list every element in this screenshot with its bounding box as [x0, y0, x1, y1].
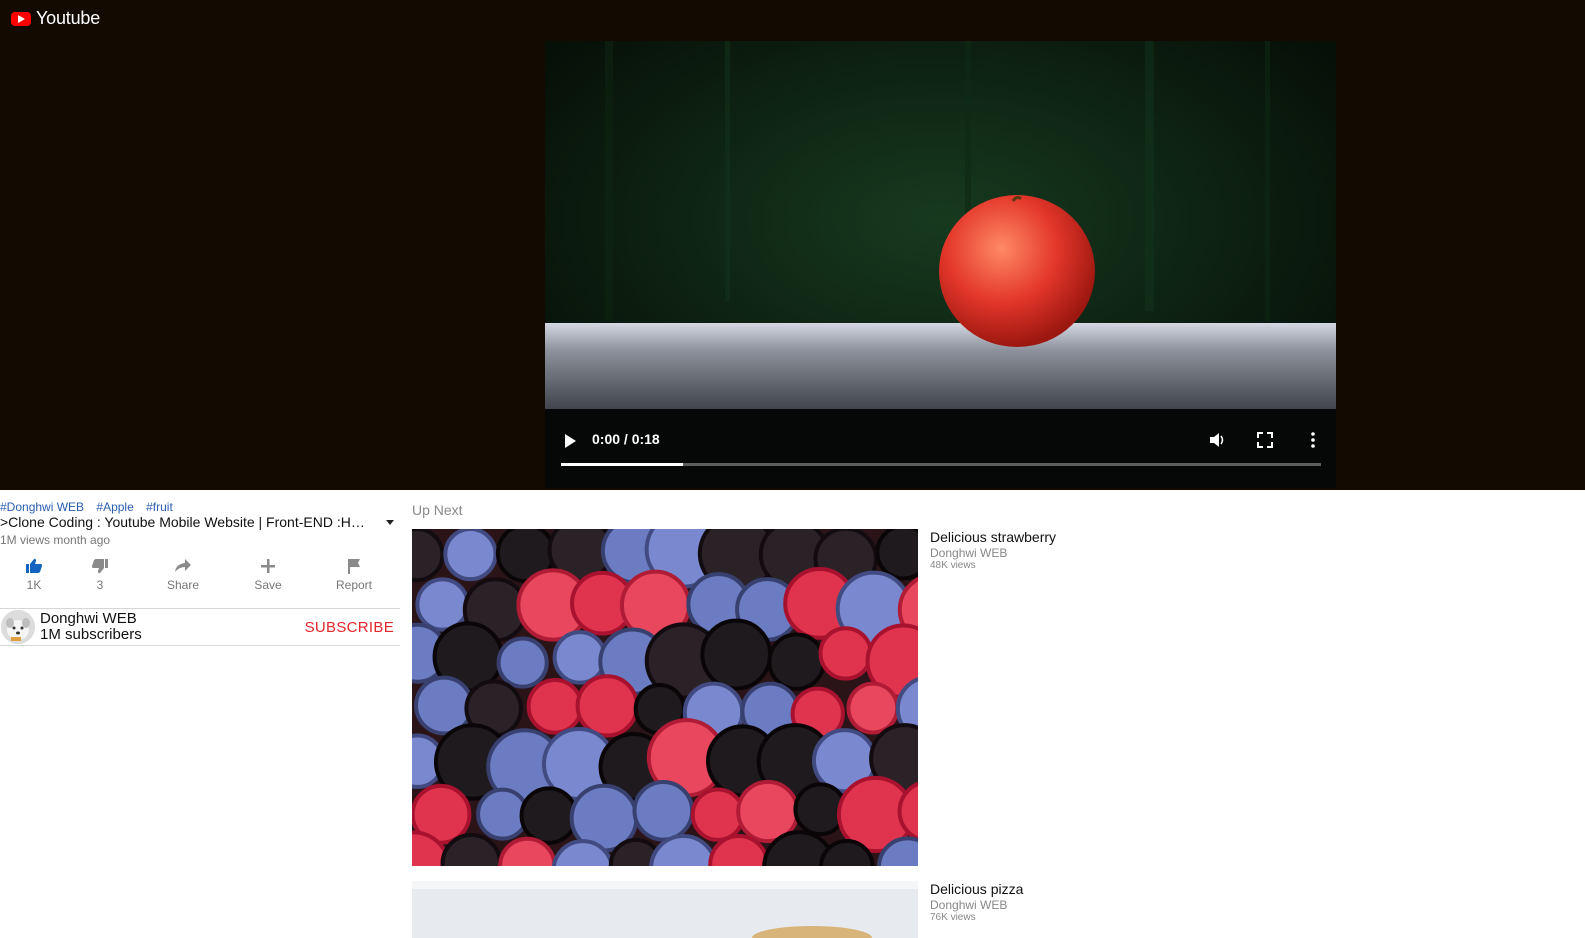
divider-top — [0, 608, 400, 609]
flag-icon — [348, 559, 360, 574]
subscriber-count: 1M subscribers — [40, 626, 142, 643]
player-controls: 0:00 / 0:18 — [545, 419, 1336, 488]
tag-list: #Donghwi WEB #Apple #fruit — [0, 500, 182, 514]
video-player[interactable]: 0:00 / 0:18 — [545, 41, 1336, 488]
berry-shape — [496, 636, 549, 689]
thumbnail[interactable] — [412, 881, 918, 938]
card-text: Delicious pizza Donghwi WEB 76K views — [930, 881, 1023, 923]
card-title[interactable]: Delicious strawberry — [930, 529, 1056, 545]
berry-shape — [526, 678, 584, 735]
berry-shape — [818, 626, 873, 681]
subscribe-button[interactable]: SUBSCRIBE — [305, 619, 394, 636]
thumbs-up-icon — [26, 558, 42, 573]
save-button[interactable]: Save — [238, 558, 298, 592]
like-button[interactable]: 1K — [4, 558, 64, 592]
berry-shape — [632, 779, 695, 842]
progress-fill — [561, 463, 683, 466]
action-bar: 1K 3 Share Save Report — [0, 558, 400, 598]
card-channel: Donghwi WEB — [930, 898, 1008, 912]
berry-shape — [575, 674, 639, 738]
berry-shape — [690, 787, 746, 842]
pizza-thumbnail — [412, 881, 918, 938]
dislike-button[interactable]: 3 — [70, 558, 130, 592]
up-next-item[interactable]: Delicious pizza Donghwi WEB 76K views — [412, 881, 1562, 938]
berry-shape — [552, 630, 608, 685]
logo[interactable]: Youtube — [11, 8, 100, 29]
title-row: >Clone Coding : Youtube Mobile Website |… — [0, 514, 400, 532]
card-text: Delicious strawberry Donghwi WEB 48K vie… — [930, 529, 1056, 571]
share-icon — [175, 559, 191, 572]
card-views: 48K views — [930, 560, 976, 571]
dislike-count: 3 — [96, 578, 104, 592]
card-channel: Donghwi WEB — [930, 546, 1008, 560]
divider-bottom — [0, 645, 400, 646]
berry-shape — [846, 681, 900, 735]
logo-text: Youtube — [36, 8, 101, 28]
tag-apple[interactable]: #Apple — [96, 500, 133, 514]
berry-shape — [700, 618, 773, 691]
progress-bar[interactable] — [561, 463, 1321, 466]
up-next-label: Up Next — [412, 502, 463, 518]
up-next-item[interactable]: Delicious strawberry Donghwi WEB 48K vie… — [412, 529, 1562, 866]
berry-shape — [767, 632, 826, 691]
report-button[interactable]: Report — [324, 558, 384, 592]
plus-icon — [261, 559, 275, 573]
tag-fruit[interactable]: #fruit — [146, 500, 173, 514]
dog-avatar-icon — [1, 610, 35, 644]
time-display: 0:00 / 0:18 — [592, 431, 660, 447]
video-meta: 1M views month ago — [0, 533, 111, 547]
share-label: Share — [166, 578, 200, 592]
tag-donghwi-web[interactable]: #Donghwi WEB — [0, 500, 84, 514]
fullscreen-icon[interactable] — [1256, 431, 1274, 449]
berry-shape — [519, 786, 579, 845]
volume-icon[interactable] — [1208, 431, 1226, 449]
share-button[interactable]: Share — [153, 558, 213, 592]
play-icon[interactable] — [563, 433, 577, 449]
youtube-play-icon — [11, 11, 31, 26]
like-count: 1K — [26, 578, 42, 592]
berry-shape — [415, 577, 470, 632]
avatar[interactable] — [1, 610, 35, 644]
berry-shape — [875, 529, 918, 581]
card-views: 76K views — [930, 912, 976, 923]
thumbnail[interactable] — [412, 529, 918, 866]
thumbs-down-icon — [92, 559, 108, 574]
channel-row: Donghwi WEB 1M subscribers SUBSCRIBE — [0, 610, 400, 646]
chevron-down-icon[interactable] — [386, 520, 394, 525]
header-player-area: Youtube 0:00 / 0:18 — [0, 0, 1585, 490]
more-vert-icon[interactable] — [1304, 431, 1322, 449]
channel-name[interactable]: Donghwi WEB — [40, 610, 137, 627]
save-label: Save — [254, 578, 282, 592]
video-title: >Clone Coding : Youtube Mobile Website |… — [0, 514, 370, 530]
report-label: Report — [335, 578, 373, 592]
card-title[interactable]: Delicious pizza — [930, 881, 1023, 897]
berries-thumbnail — [412, 529, 918, 866]
berry-shape — [443, 529, 498, 582]
